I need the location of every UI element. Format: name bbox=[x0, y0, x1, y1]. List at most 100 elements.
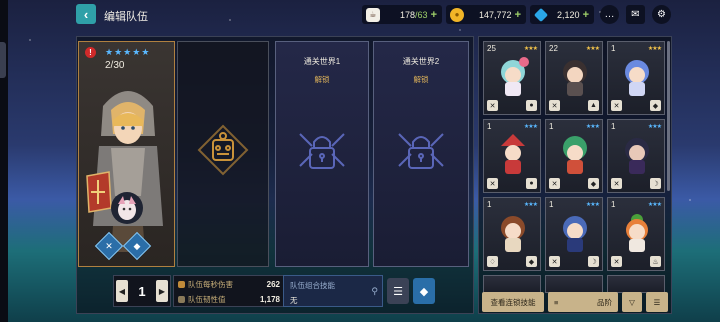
hero-card[interactable]: 1 ★★★ ♢ ◆ bbox=[483, 197, 541, 271]
team-panel: ! ★ ★ ★ ★ ★ 2/30 ✕ ◆ 通关世界1 解锁 通关世界2 解锁 ◀… bbox=[76, 36, 474, 314]
hero-portrait bbox=[501, 134, 525, 174]
star-rating-icon: ★★★ bbox=[647, 46, 662, 52]
empty-slot-emblem-icon bbox=[195, 122, 251, 183]
hero-list-footer: 查看连锁技能 ≡ 品阶 ▽ ☰ bbox=[478, 292, 672, 314]
gold-coin-icon: ● bbox=[450, 7, 464, 22]
mail-icon[interactable]: ✉ bbox=[626, 5, 645, 24]
stamina-counter[interactable]: ☕ 178/63 + bbox=[362, 5, 442, 24]
star-rating-icon: ★★★ bbox=[585, 46, 600, 52]
pet-companion[interactable] bbox=[109, 190, 145, 226]
hero-portrait bbox=[563, 216, 587, 252]
settings-gear-icon[interactable]: ⚙ bbox=[652, 5, 671, 24]
previous-team-button[interactable]: ◀ bbox=[116, 280, 128, 302]
hero-card-partial[interactable] bbox=[545, 275, 603, 293]
sliders-icon: ☰ bbox=[653, 297, 661, 307]
add-stamina-icon[interactable]: + bbox=[431, 9, 437, 21]
list-view-button[interactable]: ☰ bbox=[387, 278, 409, 304]
shield-icon: ♢ bbox=[487, 256, 498, 267]
hero-portrait bbox=[625, 60, 649, 96]
basic-icon: ◆ bbox=[588, 178, 599, 189]
team-toughness-value: 1,178 bbox=[259, 295, 280, 304]
side-tab[interactable] bbox=[0, 42, 6, 78]
hero-portrait bbox=[563, 60, 587, 96]
crossed-swords-icon: ✕ bbox=[611, 256, 622, 267]
team-slot-2[interactable] bbox=[177, 41, 269, 267]
star-rating-icon: ★★★ bbox=[647, 124, 662, 130]
gem-counter[interactable]: 2,120 + bbox=[530, 5, 594, 24]
layers-button[interactable]: ◆ bbox=[413, 278, 435, 304]
layers-icon: ◆ bbox=[419, 285, 429, 298]
team-slot-1[interactable]: ! ★ ★ ★ ★ ★ 2/30 ✕ ◆ bbox=[78, 41, 175, 267]
hero-card[interactable]: 1 ★★★ ✕ ◆ bbox=[607, 41, 665, 115]
star-icon: ★ bbox=[141, 47, 150, 57]
star-rating-icon: ★★★ bbox=[523, 124, 538, 130]
crossed-swords-icon: ✕ bbox=[611, 100, 622, 111]
hero-card[interactable]: 22 ★★★ ✕ ▲ bbox=[545, 41, 603, 115]
star-icon: ★ bbox=[132, 47, 141, 57]
star-rating-icon: ★★★ bbox=[523, 202, 538, 208]
top-bar: ‹ 编辑队伍 ☕ 178/63 + ● 147,772 + 2,120 + … … bbox=[0, 0, 720, 30]
star-rating-icon: ★★★ bbox=[523, 46, 538, 52]
star-icon: ★ bbox=[123, 47, 132, 57]
hero-card[interactable]: 25 ★★★ ✕ ● bbox=[483, 41, 541, 115]
shield-icon bbox=[178, 296, 185, 303]
sort-menu-icon: ≡ bbox=[554, 297, 559, 307]
hero-card-level: 1 bbox=[549, 200, 554, 209]
coffee-icon: ☕ bbox=[366, 7, 380, 22]
add-gem-icon[interactable]: + bbox=[583, 9, 589, 21]
team-slot-4-locked[interactable]: 通关世界2 解锁 bbox=[373, 41, 469, 267]
team-combo-skill[interactable]: 队伍组合技能 无 ⚲ bbox=[283, 275, 383, 307]
gold-counter[interactable]: ● 147,772 + bbox=[446, 5, 526, 24]
earth-icon: ▲ bbox=[588, 100, 599, 111]
hero-card-level: 22 bbox=[549, 44, 558, 53]
basic-icon: ◆ bbox=[650, 100, 661, 111]
options-button[interactable]: ☰ bbox=[646, 292, 668, 312]
star-rating-icon: ★★★ bbox=[585, 124, 600, 130]
list-icon: ☰ bbox=[393, 285, 403, 298]
next-team-button[interactable]: ▶ bbox=[156, 280, 168, 302]
hero-card-level: 25 bbox=[487, 44, 496, 53]
search-icon[interactable]: ⚲ bbox=[371, 286, 378, 297]
team-stats: 队伍每秒伤害 262 队伍韧性值 1,178 bbox=[173, 275, 285, 307]
star-icon: ★ bbox=[105, 47, 114, 57]
hero-card-level: 1 bbox=[611, 44, 616, 53]
lock-icon bbox=[294, 122, 350, 183]
combo-skill-value: 无 bbox=[290, 296, 298, 305]
scrollbar[interactable] bbox=[667, 41, 670, 191]
hero-card[interactable]: 1 ★★★ ✕ ♨ bbox=[607, 197, 665, 271]
hero-card-partial[interactable] bbox=[607, 275, 665, 293]
back-button[interactable]: ‹ bbox=[76, 4, 96, 24]
crossed-swords-icon: ✕ bbox=[611, 178, 622, 189]
hero-portrait bbox=[563, 136, 587, 174]
hero-card-partial[interactable] bbox=[483, 275, 541, 293]
dark-icon: ☽ bbox=[588, 256, 599, 267]
side-edge bbox=[0, 0, 8, 322]
hero-portrait bbox=[501, 57, 529, 96]
crossed-swords-icon: ✕ bbox=[487, 100, 498, 111]
team-number-stepper: ◀ 1 ▶ bbox=[113, 275, 171, 307]
chevron-left-icon: ‹ bbox=[83, 6, 89, 22]
crossed-swords-icon: ✕ bbox=[487, 178, 498, 189]
gold-value: 147,772 bbox=[479, 9, 512, 20]
crossed-swords-icon: ✕ bbox=[549, 100, 560, 111]
star-icon: ★ bbox=[114, 47, 123, 57]
add-gold-icon[interactable]: + bbox=[515, 9, 521, 21]
crossed-swords-icon: ✕ bbox=[549, 256, 560, 267]
view-combo-skills-button[interactable]: 查看连锁技能 bbox=[482, 292, 544, 312]
warning-icon: ! bbox=[85, 47, 96, 58]
hero-card[interactable]: 1 ★★★ ✕ ● bbox=[483, 119, 541, 193]
unlock-status: 解锁 bbox=[314, 75, 330, 84]
hero-star-rating: ★ ★ ★ ★ ★ bbox=[105, 48, 149, 57]
hero-card-level: 1 bbox=[611, 200, 616, 209]
hero-portrait bbox=[501, 216, 525, 252]
hero-card-level: 1 bbox=[611, 122, 616, 131]
sort-label: 品阶 bbox=[597, 297, 612, 307]
filter-button[interactable]: ▽ bbox=[622, 292, 642, 312]
hero-card[interactable]: 1 ★★★ ✕ ◆ bbox=[545, 119, 603, 193]
team-slot-3-locked[interactable]: 通关世界1 解锁 bbox=[275, 41, 369, 267]
hero-card[interactable]: 1 ★★★ ✕ ☽ bbox=[545, 197, 603, 271]
hero-card[interactable]: 1 ★★★ ✕ ☽ bbox=[607, 119, 665, 193]
water-icon: ● bbox=[526, 178, 537, 189]
sort-dropdown[interactable]: ≡ 品阶 bbox=[548, 292, 618, 312]
chat-icon[interactable]: … bbox=[600, 5, 619, 24]
